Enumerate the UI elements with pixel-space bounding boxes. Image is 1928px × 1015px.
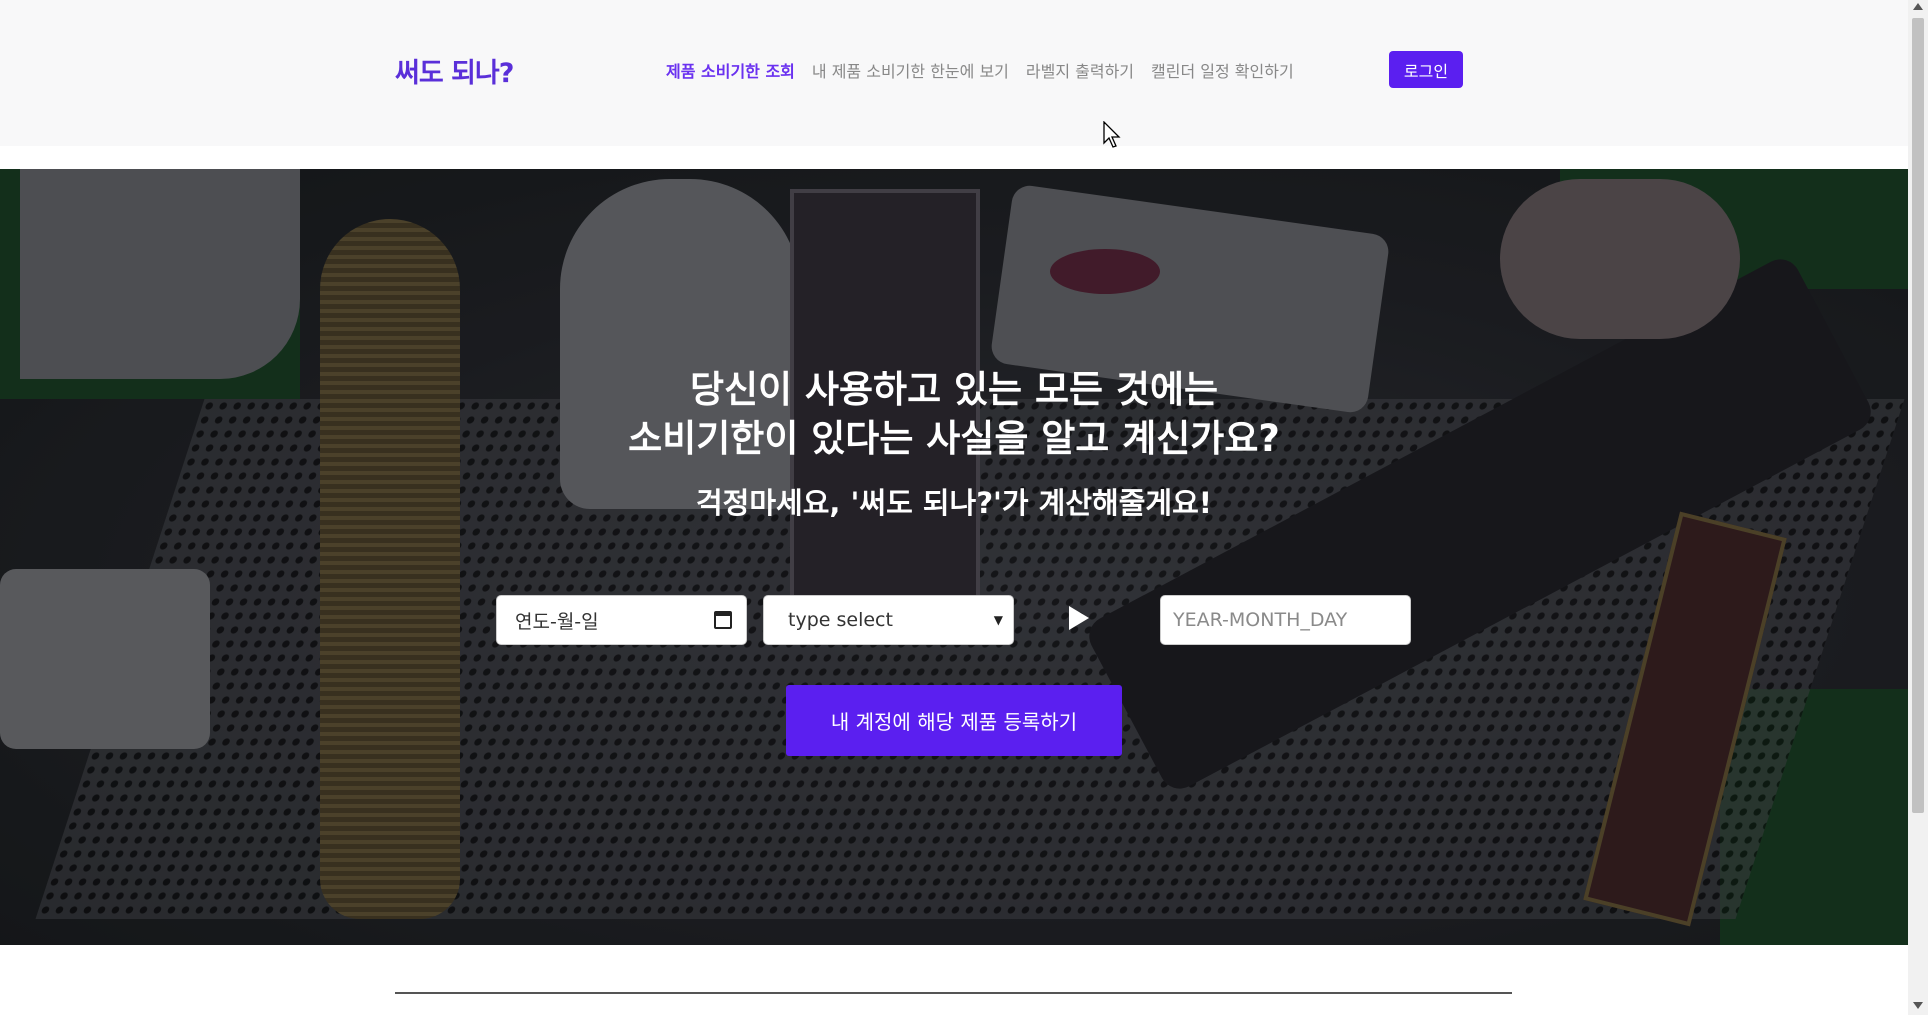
hero-dark-overlay xyxy=(0,169,1908,945)
play-arrow-icon[interactable] xyxy=(1069,606,1089,630)
page-scrollbar[interactable] xyxy=(1908,0,1928,1015)
manufacture-date-input[interactable]: 연도-월-일 xyxy=(496,595,747,645)
type-select-value: type select xyxy=(788,609,893,631)
product-type-select[interactable]: type select ▼ xyxy=(763,595,1014,645)
nav-link-expiry-lookup[interactable]: 제품 소비기한 조회 xyxy=(666,58,795,82)
hero-title-line1: 당신이 사용하고 있는 모든 것에는 xyxy=(689,368,1219,411)
chevron-down-icon: ▼ xyxy=(993,613,1003,627)
register-product-button[interactable]: 내 계정에 해당 제품 등록하기 xyxy=(786,685,1122,756)
nav-link-my-products[interactable]: 내 제품 소비기한 한눈에 보기 xyxy=(812,58,1009,82)
hero-banner: 당신이 사용하고 있는 모든 것에는 소비기한이 있다는 사실을 알고 계신가요… xyxy=(0,169,1908,945)
section-divider xyxy=(395,992,1512,994)
date-placeholder: 연도-월-일 xyxy=(515,610,599,633)
brand-logo[interactable]: 써도 되나? xyxy=(395,51,514,90)
nav-link-label-print[interactable]: 라벨지 출력하기 xyxy=(1026,58,1134,82)
nav-link-calendar[interactable]: 캘린더 일정 확인하기 xyxy=(1151,58,1294,82)
scroll-up-arrow-icon[interactable] xyxy=(1913,3,1923,10)
nav-links: 제품 소비기한 조회 내 제품 소비기한 한눈에 보기 라벨지 출력하기 캘린더… xyxy=(666,58,1294,82)
top-navbar: 써도 되나? 제품 소비기한 조회 내 제품 소비기한 한눈에 보기 라벨지 출… xyxy=(0,0,1908,146)
scroll-thumb[interactable] xyxy=(1912,18,1924,813)
hero-subtitle: 걱정마세요, '써도 되나?'가 계산해줄게요! xyxy=(696,486,1212,520)
login-button[interactable]: 로그인 xyxy=(1389,51,1463,88)
result-placeholder: YEAR-MONTH_DAY xyxy=(1173,609,1348,631)
hero-title: 당신이 사용하고 있는 모든 것에는 소비기한이 있다는 사실을 알고 계신가요… xyxy=(0,365,1908,463)
mouse-cursor-icon xyxy=(1103,121,1121,148)
hero-title-line2: 소비기한이 있다는 사실을 알고 계신가요? xyxy=(628,417,1280,460)
scroll-down-arrow-icon[interactable] xyxy=(1913,1002,1923,1009)
calendar-icon[interactable] xyxy=(714,611,732,629)
expiry-date-result-field[interactable]: YEAR-MONTH_DAY xyxy=(1160,595,1411,645)
